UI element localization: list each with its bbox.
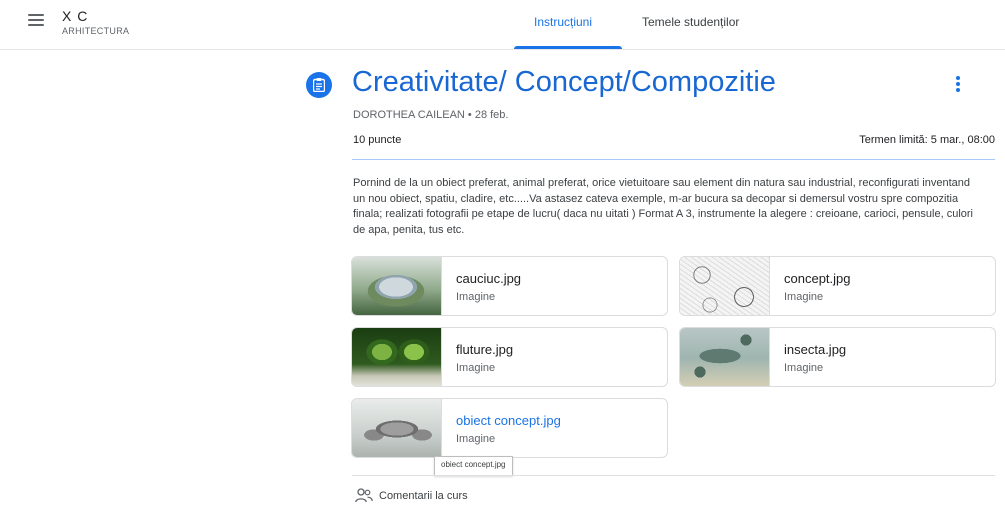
assignment-title: Creativitate/ Concept/Compozitie bbox=[352, 66, 776, 98]
attachment-thumbnail bbox=[680, 328, 770, 386]
attachment-thumbnail bbox=[352, 257, 442, 315]
header-divider bbox=[352, 159, 995, 160]
attachment-name[interactable]: cauciuc.jpg bbox=[456, 271, 521, 286]
attachment-name[interactable]: insecta.jpg bbox=[784, 342, 846, 357]
attachment-card[interactable]: insecta.jpg Imagine bbox=[679, 327, 996, 387]
comments-divider bbox=[352, 475, 995, 476]
tab-instructions[interactable]: Instrucțiuni bbox=[534, 15, 592, 29]
attachment-type: Imagine bbox=[784, 362, 824, 374]
attachment-thumbnail bbox=[352, 328, 442, 386]
assignment-due-date: Termen limită: 5 mar., 08:00 bbox=[859, 134, 995, 146]
people-icon bbox=[355, 488, 373, 503]
assignment-points: 10 puncte bbox=[353, 134, 402, 146]
assignment-description: Pornind de la un obiect preferat, animal… bbox=[353, 177, 974, 236]
attachment-type: Imagine bbox=[456, 362, 496, 374]
attachment-thumbnail bbox=[352, 399, 442, 457]
assignment-icon bbox=[306, 72, 332, 98]
hamburger-menu-icon[interactable] bbox=[28, 14, 44, 28]
attachment-name[interactable]: obiect concept.jpg bbox=[456, 413, 561, 428]
attachment-card[interactable]: obiect concept.jpg Imagine bbox=[351, 398, 668, 458]
attachment-card[interactable]: concept.jpg Imagine bbox=[679, 256, 996, 316]
tab-student-work[interactable]: Temele studenților bbox=[642, 15, 739, 29]
top-bar: X C ARHITECTURA Instrucțiuni Temele stud… bbox=[0, 0, 1005, 50]
attachment-type: Imagine bbox=[456, 433, 496, 445]
class-name[interactable]: X C bbox=[62, 8, 88, 24]
attachment-type: Imagine bbox=[456, 291, 496, 303]
class-comments-label: Comentarii la curs bbox=[379, 490, 468, 502]
attachment-card[interactable]: fluture.jpg Imagine bbox=[351, 327, 668, 387]
attachment-thumbnail bbox=[680, 257, 770, 315]
active-tab-indicator bbox=[514, 46, 622, 49]
assignment-author-date: DOROTHEA CAILEAN • 28 feb. bbox=[353, 109, 509, 121]
attachment-name[interactable]: concept.jpg bbox=[784, 271, 851, 286]
tooltip: obiect concept.jpg bbox=[434, 456, 513, 476]
attachment-type: Imagine bbox=[784, 291, 824, 303]
attachment-name[interactable]: fluture.jpg bbox=[456, 342, 513, 357]
attachment-card[interactable]: cauciuc.jpg Imagine bbox=[351, 256, 668, 316]
class-section: ARHITECTURA bbox=[62, 26, 130, 36]
more-vert-icon[interactable] bbox=[950, 74, 966, 96]
